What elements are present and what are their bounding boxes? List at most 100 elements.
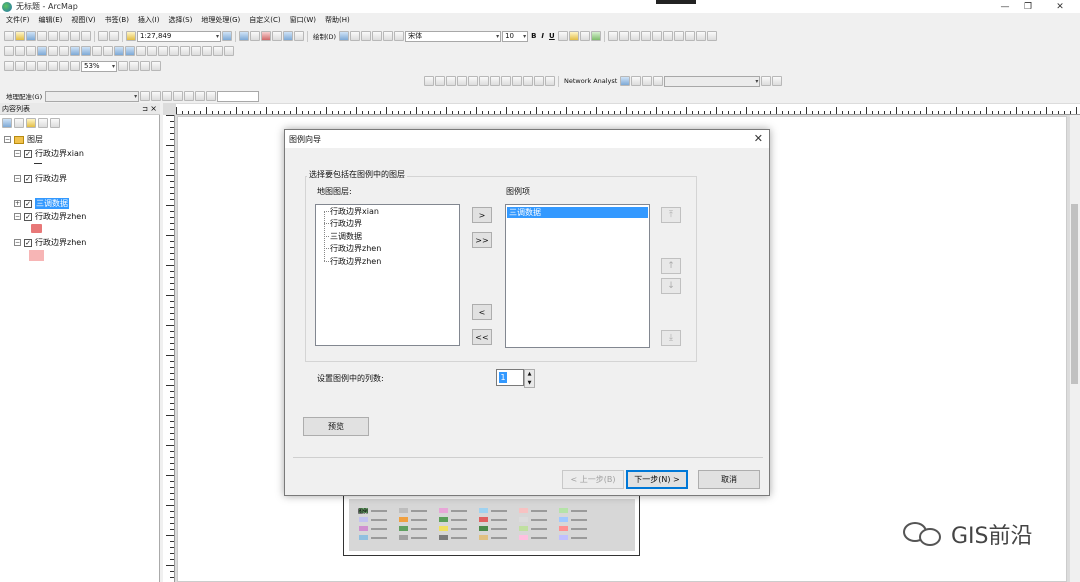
back-button[interactable]: < 上一步(B) — [562, 470, 624, 489]
collapse-icon[interactable]: − — [14, 175, 21, 182]
focus-data-frame-icon[interactable] — [129, 61, 139, 71]
select-features-icon[interactable] — [92, 46, 102, 56]
align-icon[interactable] — [607, 31, 618, 41]
collapse-icon[interactable]: − — [14, 239, 21, 246]
undo-icon[interactable] — [98, 31, 108, 41]
toolbar-icon[interactable] — [479, 76, 489, 86]
add-layer-button[interactable]: > — [472, 207, 492, 223]
paste-icon[interactable] — [70, 31, 80, 41]
close-window-button[interactable]: ✕ — [1045, 0, 1075, 13]
toolbar-icon[interactable] — [653, 76, 664, 86]
toc-layer-row[interactable]: − ✓ 行政边界zhen — [14, 211, 86, 222]
toolbar-icon[interactable] — [446, 76, 456, 86]
toggle-draft-icon[interactable] — [118, 61, 128, 71]
map-layer-item[interactable]: 行政边界 — [330, 218, 362, 229]
map-layers-list[interactable]: 行政边界xian 行政边界 三调数据 行政边界zhen 行政边界zhen — [315, 204, 460, 346]
zoom-whole-page-icon[interactable] — [48, 61, 58, 71]
legend-preview-frame[interactable] — [343, 488, 640, 556]
cancel-button[interactable]: 取消 — [698, 470, 760, 489]
layout-zoom-out-icon[interactable] — [15, 61, 25, 71]
select-elements-icon[interactable] — [114, 46, 124, 56]
ungroup-icon[interactable] — [640, 31, 651, 41]
redo-icon[interactable] — [109, 31, 119, 41]
zoom-100-icon[interactable] — [37, 61, 47, 71]
pin-icon[interactable]: ⊐ — [142, 105, 148, 113]
layer-visibility-checkbox[interactable]: ✓ — [24, 149, 32, 158]
marker-color-icon[interactable] — [590, 31, 601, 41]
network-dataset-combo[interactable]: ▾ — [664, 75, 761, 87]
map-layer-item[interactable]: 三调数据 — [330, 231, 362, 242]
zoom-percent-combo[interactable]: 53% ▾ — [81, 60, 117, 72]
viewer-icon[interactable] — [184, 91, 195, 101]
fill-color-icon[interactable] — [568, 31, 579, 41]
arctoolbox-icon[interactable] — [272, 31, 282, 41]
search-window-icon[interactable] — [261, 31, 271, 41]
toolbar-icon[interactable] — [772, 76, 783, 86]
list-by-drawing-order-icon[interactable] — [2, 118, 12, 128]
find-icon[interactable] — [169, 46, 179, 56]
zoom-whole-page-icon[interactable] — [361, 31, 372, 41]
layer-visibility-checkbox[interactable]: ✓ — [24, 212, 32, 221]
shift-icon[interactable] — [151, 91, 162, 101]
rotate-icon[interactable] — [350, 31, 361, 41]
spinner-buttons[interactable]: ▲ ▼ — [524, 369, 535, 388]
georef-value-combo[interactable] — [217, 90, 260, 102]
font-combo[interactable]: 宋体 ▾ — [405, 30, 502, 42]
maximize-button[interactable]: ❐ — [1013, 0, 1043, 13]
italic-button[interactable]: I — [539, 32, 546, 40]
time-slider-icon[interactable] — [202, 46, 212, 56]
toolbar-icon[interactable] — [534, 76, 544, 86]
model-builder-icon[interactable] — [294, 31, 304, 41]
network-analyst-window-icon[interactable] — [620, 76, 631, 86]
layer-visibility-checkbox[interactable]: ✓ — [24, 174, 32, 183]
draw-menu[interactable]: 绘制(D) — [311, 31, 338, 41]
collapse-icon[interactable]: − — [14, 213, 21, 220]
toolbar-icon[interactable] — [468, 76, 478, 86]
rotate-georef-icon[interactable] — [140, 91, 151, 101]
menu-help[interactable]: 帮助(H) — [325, 15, 350, 25]
back-extent-icon[interactable] — [70, 46, 80, 56]
toolbar-icon[interactable] — [761, 76, 772, 86]
map-scale-combo[interactable]: 1:27,849 ▾ — [137, 30, 221, 42]
add-control-points-icon[interactable] — [162, 91, 173, 101]
clear-selection-icon[interactable] — [103, 46, 113, 56]
create-viewer-icon[interactable] — [213, 46, 223, 56]
map-layer-item[interactable]: 行政边界zhen — [330, 243, 381, 254]
layer-visibility-checkbox[interactable]: ✓ — [24, 199, 32, 208]
change-layout-icon[interactable] — [140, 61, 150, 71]
python-icon[interactable] — [283, 31, 293, 41]
pan-icon[interactable] — [26, 46, 36, 56]
add-all-layers-button[interactable]: >> — [472, 232, 492, 248]
toc-layer-row[interactable]: − ✓ 行政边界xian — [14, 148, 84, 159]
menu-geoprocessing[interactable]: 地理处理(G) — [201, 15, 240, 25]
catalog-icon[interactable] — [250, 31, 260, 41]
toolbar-icon[interactable] — [457, 76, 467, 86]
snap-icon[interactable] — [695, 31, 706, 41]
toolbar-icon[interactable] — [490, 76, 500, 86]
menu-insert[interactable]: 插入(I) — [138, 15, 160, 25]
toc-layer-row[interactable]: − ✓ 行政边界zhen — [14, 237, 86, 248]
zoom-in-icon[interactable] — [4, 46, 14, 56]
new-document-icon[interactable] — [4, 31, 14, 41]
toolbar-icon[interactable] — [642, 76, 653, 86]
collapse-icon[interactable]: − — [4, 136, 11, 143]
cut-icon[interactable] — [48, 31, 58, 41]
measure-icon[interactable] — [158, 46, 168, 56]
nudge-icon[interactable] — [662, 31, 673, 41]
menu-view[interactable]: 视图(V) — [71, 15, 95, 25]
group-icon[interactable] — [629, 31, 640, 41]
menu-edit[interactable]: 编辑(E) — [39, 15, 63, 25]
columns-spinner[interactable]: 1 ▲ ▼ — [496, 369, 535, 388]
collapse-icon[interactable]: − — [14, 150, 21, 157]
list-by-source-icon[interactable] — [14, 118, 24, 128]
toolbar-icon[interactable] — [424, 76, 434, 86]
georeferencing-menu[interactable]: 地理配准(G) — [4, 91, 44, 101]
identify-icon[interactable] — [125, 46, 135, 56]
menu-customize[interactable]: 自定义(C) — [249, 15, 280, 25]
toolbar-icon[interactable] — [545, 76, 555, 86]
html-popup-icon[interactable] — [147, 46, 157, 56]
line-color-icon[interactable] — [579, 31, 590, 41]
editor-icon[interactable] — [222, 31, 232, 41]
fixed-zoom-out-icon[interactable] — [59, 46, 69, 56]
grid-icon[interactable] — [706, 31, 717, 41]
